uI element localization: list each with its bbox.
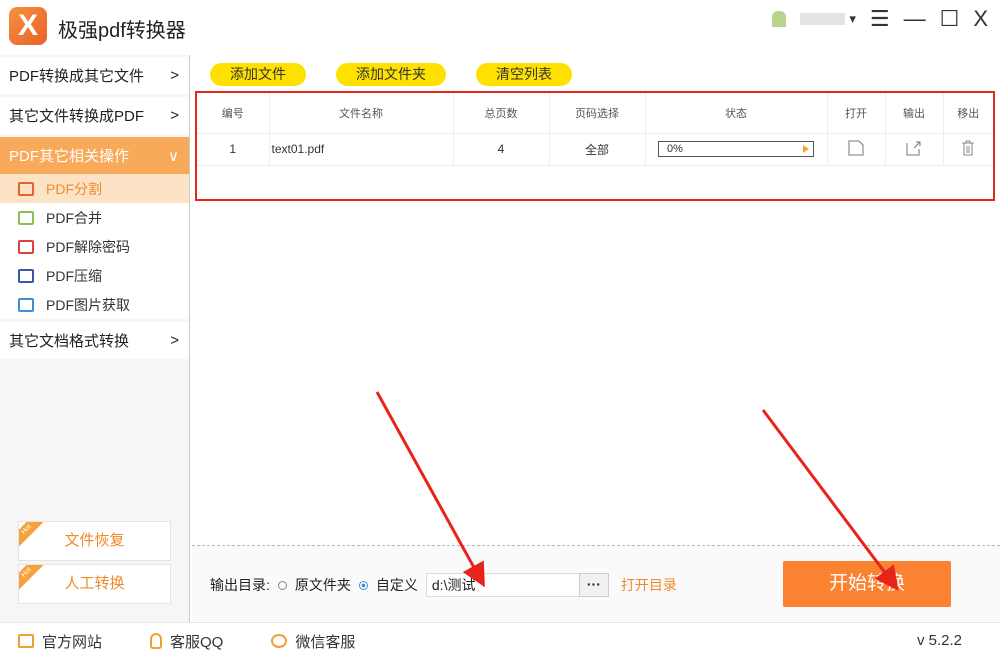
app-title: 极强pdf转换器 [58, 20, 186, 42]
account-dropdown-icon[interactable]: ▾ [849, 11, 856, 27]
col-filename: 文件名称 [269, 93, 454, 134]
maximize-button[interactable]: ☐ [940, 6, 960, 32]
promo-label: 文件恢复 [64, 532, 125, 549]
category-label: PDF转换成其它文件 [9, 68, 145, 85]
divider [192, 545, 1000, 546]
category-label: 其它文件转换成PDF [9, 108, 145, 125]
item-label: PDF压缩 [46, 267, 102, 284]
col-status: 状态 [645, 93, 828, 134]
sidebar-item-pdf-unlock[interactable]: PDF解除密码 [0, 232, 189, 261]
table-row[interactable]: 1 text01.pdf 4 全部 0% [197, 133, 993, 166]
wechat-label: 微信客服 [295, 633, 356, 651]
hot-badge: Hot [19, 565, 47, 593]
monitor-icon [18, 634, 34, 648]
sidebar: PDF转换成其它文件 > 其它文件转换成PDF > PDF其它相关操作 ∨ PDF分割… [0, 55, 190, 622]
file-recovery-button[interactable]: Hot 文件恢复 [18, 521, 171, 561]
website-label: 官方网站 [42, 633, 103, 651]
progress-bar: 0% [658, 141, 814, 157]
open-file-icon[interactable] [827, 133, 886, 166]
official-website-link[interactable]: 官方网站 [18, 631, 102, 652]
original-folder-label[interactable]: 原文件夹 [295, 575, 351, 595]
radio-custom[interactable] [358, 580, 368, 590]
category-other-to-pdf[interactable]: 其它文件转换成PDF > [0, 97, 189, 134]
chevron-right-icon: > [170, 107, 179, 124]
row-pages: 4 [453, 133, 550, 166]
manual-convert-button[interactable]: Hot 人工转换 [18, 564, 171, 604]
play-icon[interactable] [803, 145, 809, 153]
sidebar-item-pdf-merge[interactable]: PDF合并 [0, 203, 189, 232]
wechat-support-link[interactable]: 微信客服 [271, 631, 355, 652]
sidebar-item-pdf-compress[interactable]: PDF压缩 [0, 261, 189, 290]
qq-icon [150, 633, 163, 649]
category-label: PDF其它相关操作 [9, 148, 130, 165]
row-filename: text01.pdf [269, 133, 454, 166]
item-label: PDF解除密码 [46, 238, 130, 255]
qq-support-link[interactable]: 客服QQ [150, 631, 223, 652]
table-header: 编号 文件名称 总页数 页码选择 状态 打开 输出 移出 [197, 93, 993, 134]
category-other-doc-convert[interactable]: 其它文档格式转换 > [0, 322, 189, 359]
row-number: 1 [197, 133, 270, 166]
output-path-input[interactable]: d:\测试 [425, 573, 580, 597]
col-remove: 移出 [943, 93, 993, 134]
sidebar-item-pdf-split[interactable]: PDF分割 [0, 174, 189, 203]
chevron-right-icon: > [170, 332, 179, 349]
close-button[interactable]: X [973, 6, 988, 32]
category-label: 其它文档格式转换 [9, 333, 130, 350]
col-pages: 总页数 [453, 93, 550, 134]
category-pdf-to-other[interactable]: PDF转换成其它文件 > [0, 57, 189, 94]
col-output: 输出 [885, 93, 944, 134]
clear-list-button[interactable]: 清空列表 [476, 63, 572, 86]
col-open: 打开 [827, 93, 886, 134]
hot-badge: Hot [19, 522, 47, 550]
output-dir-label: 输出目录: [210, 577, 270, 593]
row-page-range[interactable]: 全部 [549, 133, 646, 166]
item-label: PDF图片获取 [46, 296, 130, 313]
promo-label: 人工转换 [64, 575, 125, 592]
col-number: 编号 [197, 93, 270, 134]
custom-label[interactable]: 自定义 [376, 575, 418, 595]
title-bar: X 极强pdf转换器 ▾ ☰ — ☐ X [0, 0, 1000, 55]
col-page-range: 页码选择 [549, 93, 646, 134]
app-logo: X [9, 7, 47, 45]
radio-original-folder[interactable] [277, 580, 287, 590]
item-label: PDF合并 [46, 209, 102, 226]
user-avatar[interactable] [772, 11, 787, 27]
browse-button[interactable]: ··· [578, 573, 609, 597]
open-directory-link[interactable]: 打开目录 [621, 575, 677, 595]
pdf-merge-icon [18, 210, 34, 225]
pdf-image-icon [18, 297, 34, 312]
add-file-button[interactable]: 添加文件 [210, 63, 306, 86]
trash-icon[interactable] [943, 133, 993, 166]
item-label: PDF分割 [46, 180, 102, 197]
qq-label: 客服QQ [170, 633, 224, 651]
pdf-split-icon [18, 181, 34, 196]
minimize-button[interactable]: — [904, 6, 926, 32]
sidebar-item-pdf-image-extract[interactable]: PDF图片获取 [0, 290, 189, 319]
category-pdf-other-ops[interactable]: PDF其它相关操作 ∨ [0, 137, 189, 174]
output-icon[interactable] [885, 133, 944, 166]
footer: 官方网站 客服QQ 微信客服 v 5.2.2 [0, 622, 1000, 659]
menu-icon[interactable]: ☰ [870, 6, 890, 32]
pdf-unlock-icon [18, 239, 34, 254]
add-folder-button[interactable]: 添加文件夹 [336, 63, 446, 86]
progress-text: 0% [667, 143, 683, 155]
chevron-right-icon: > [170, 67, 179, 84]
pdf-compress-icon [18, 268, 34, 283]
start-convert-button[interactable]: 开始转换 [783, 561, 951, 607]
user-name[interactable] [800, 13, 846, 25]
version-label: v 5.2.2 [916, 632, 962, 649]
wechat-icon [271, 634, 288, 648]
chevron-down-icon: ∨ [168, 147, 179, 165]
file-table: 编号 文件名称 总页数 页码选择 状态 打开 输出 移出 1 text01.pd… [195, 91, 995, 201]
